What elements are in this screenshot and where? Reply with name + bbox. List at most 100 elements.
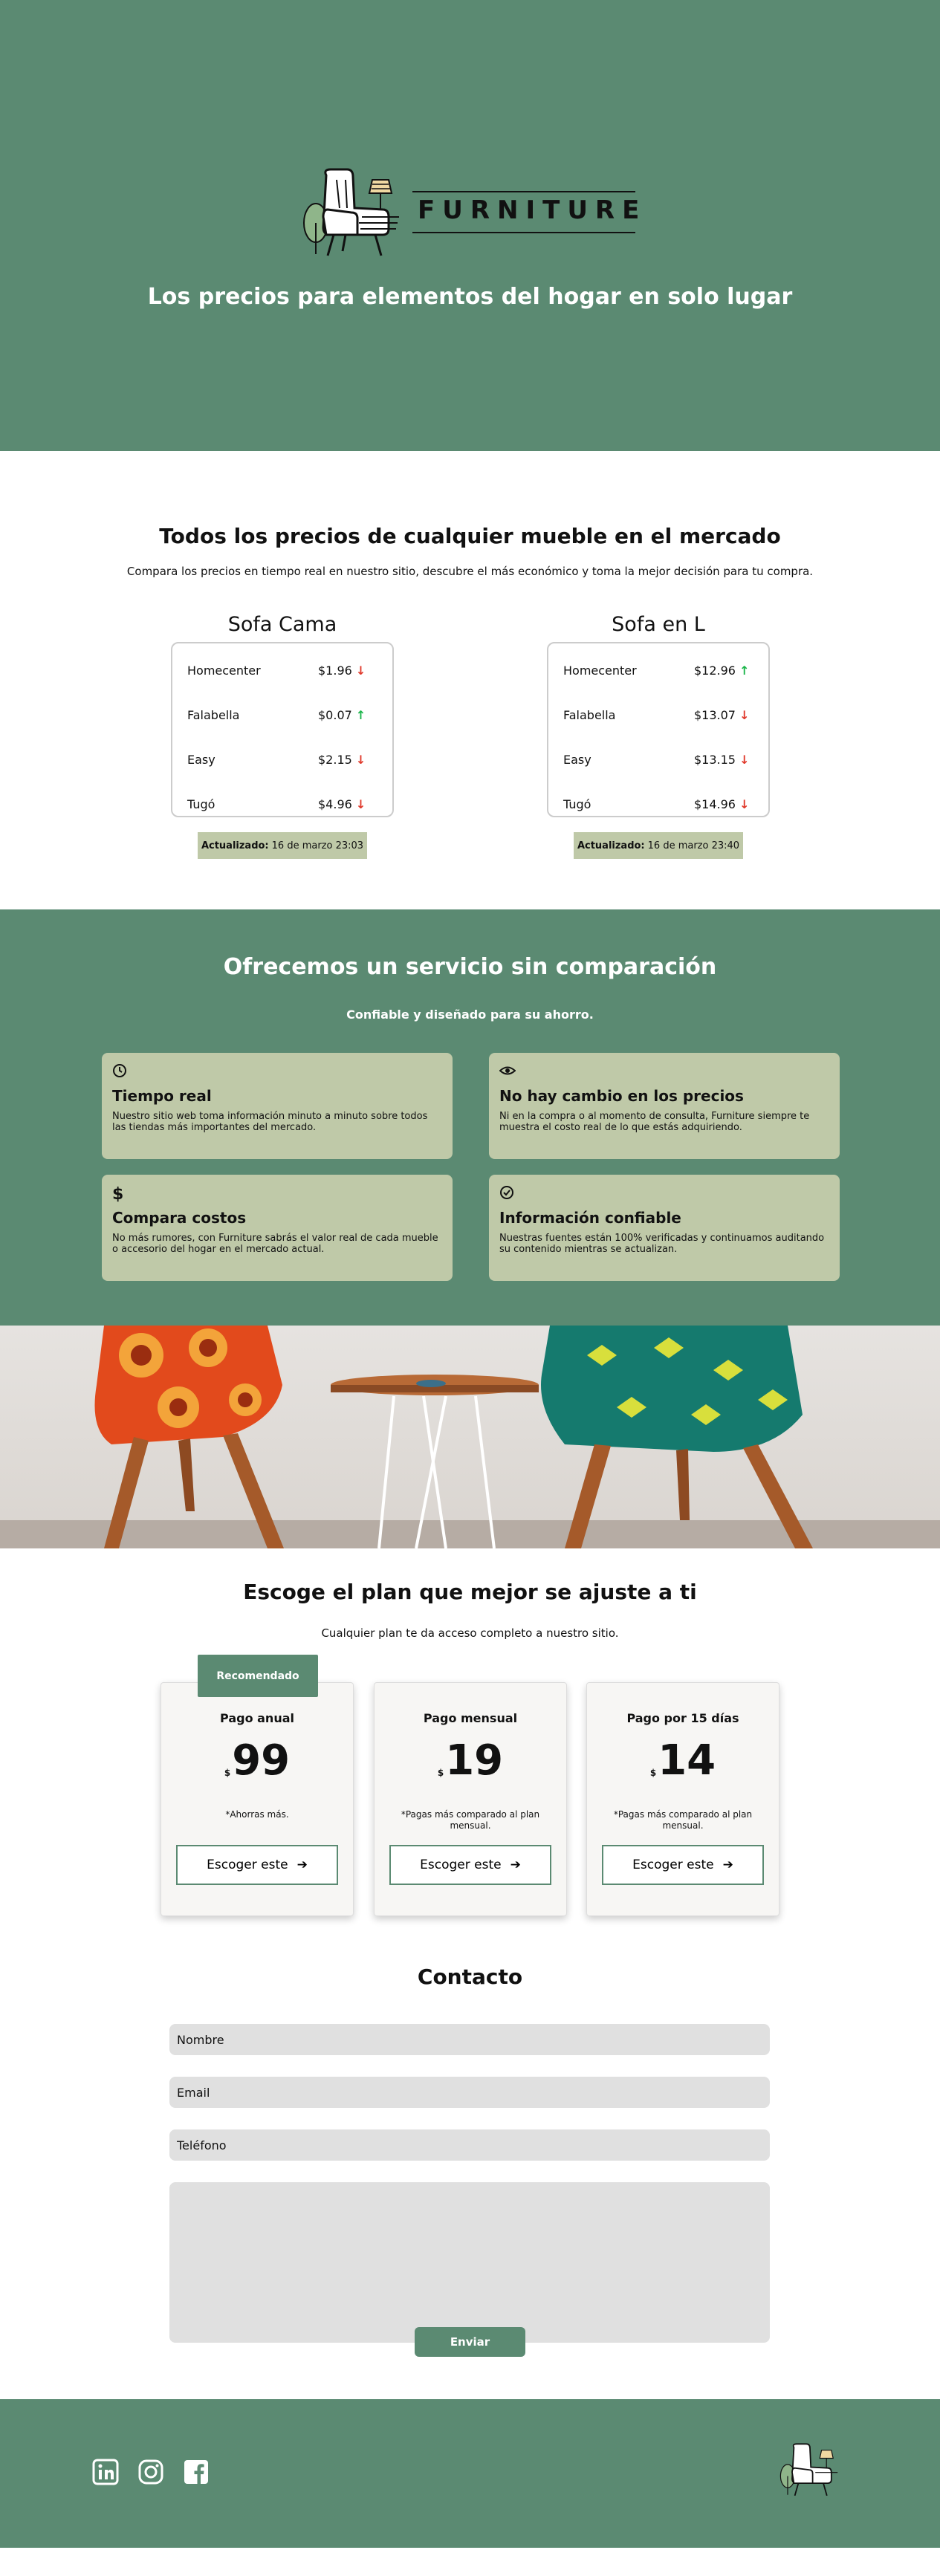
plan-price: $14: [649, 1736, 716, 1785]
hero-section: FURNITURE Los precios para elementos del…: [0, 0, 940, 451]
store-name: Homecenter: [187, 663, 261, 678]
price-row: Tugó $4.96 ↓: [187, 782, 377, 826]
dollar-icon: $: [112, 1185, 124, 1204]
feature-text: Ni en la compra o al momento de consulta…: [499, 1111, 810, 1133]
instagram-icon[interactable]: [137, 2459, 164, 2485]
feature-title: Compara costos: [112, 1209, 247, 1227]
send-button[interactable]: Enviar: [415, 2327, 525, 2357]
price-row: Easy $2.15 ↓: [187, 737, 377, 782]
contact-title: Contacto: [417, 1965, 523, 1989]
price-value: $13.15 ↓: [694, 752, 750, 767]
feature-text: Nuestras fuentes están 100% verificadas …: [499, 1233, 825, 1255]
arrow-down-icon: ↓: [355, 797, 366, 811]
price-row: Tugó $14.96 ↓: [563, 782, 753, 826]
service-section: Ofrecemos un servicio sin comparación Co…: [0, 909, 940, 1326]
price-value: $13.07 ↓: [694, 707, 750, 722]
arrow-down-icon: ↓: [739, 707, 750, 722]
footer: [0, 2399, 940, 2548]
plan-card-15-days: Pago por 15 días $14 *Pagas más comparad…: [586, 1682, 779, 1916]
store-name: Tugó: [187, 797, 215, 811]
feature-title: Información confiable: [499, 1209, 681, 1227]
product-sofa-cama: Sofa Cama Homecenter $1.96 ↓ Falabella $0.…: [171, 613, 394, 859]
arrow-down-icon: ↓: [355, 663, 366, 678]
brand-logo[interactable]: FURNITURE: [301, 163, 643, 267]
prices-title: Todos los precios de cualquier mueble en…: [159, 524, 781, 548]
clock-icon: [112, 1063, 442, 1083]
plan-card-annual: Pago anual $99 *Ahorras más. Escoger est…: [161, 1682, 354, 1916]
plans-title: Escoge el plan que mejor se ajuste a ti: [243, 1580, 697, 1604]
store-name: Falabella: [563, 707, 616, 722]
logo-rule-top: [412, 191, 635, 192]
email-field[interactable]: [169, 2077, 770, 2108]
price-value: $4.96 ↓: [318, 797, 366, 811]
store-name: Easy: [563, 752, 591, 767]
updated-badge: Actualizado: 16 de marzo 23:03: [198, 832, 367, 859]
service-title: Ofrecemos un servicio sin comparación: [223, 954, 717, 980]
product-sofa-en-l: Sofa en L Homecenter $12.96 ↑ Falabella $1…: [547, 613, 770, 859]
store-name: Easy: [187, 752, 215, 767]
price-value: $14.96 ↓: [694, 797, 750, 811]
message-field[interactable]: [169, 2182, 770, 2343]
choose-plan-button[interactable]: Escoger este ➔: [602, 1845, 764, 1885]
phone-field[interactable]: [169, 2129, 770, 2161]
plans-subtitle: Cualquier plan te da acceso completo a n…: [321, 1626, 619, 1640]
plan-card-monthly: Pago mensual $19 *Pagas más comparado al…: [374, 1682, 567, 1916]
price-value: $0.07 ↑: [318, 707, 366, 722]
armchair-logo-icon: [303, 168, 399, 256]
store-name: Tugó: [563, 797, 591, 811]
arrow-down-icon: ↓: [739, 752, 750, 767]
price-row: Homecenter $12.96 ↑: [563, 648, 753, 692]
feature-text: No más rumores, con Furniture sabrás el …: [112, 1233, 438, 1255]
choose-plan-button[interactable]: Escoger este ➔: [176, 1845, 338, 1885]
store-name: Homecenter: [563, 663, 637, 678]
service-subtitle: Confiable y diseñado para su ahorro.: [346, 1008, 594, 1022]
feature-card: Información confiable Nuestras fuentes e…: [489, 1175, 840, 1281]
chairs-photo: [0, 1326, 940, 1548]
price-table: Homecenter $1.96 ↓ Falabella $0.07 ↑ Easy $…: [171, 642, 394, 817]
feature-title: No hay cambio en los precios: [499, 1087, 744, 1105]
arrow-right-icon: ➔: [510, 1858, 521, 1872]
chairs-image: [0, 1326, 940, 1548]
recommended-badge: Recomendado: [198, 1655, 318, 1697]
arrow-right-icon: ➔: [296, 1858, 308, 1872]
plan-note: *Pagas más comparado al plan mensual.: [613, 1809, 753, 1831]
prices-section: Todos los precios de cualquier mueble en…: [0, 451, 940, 909]
feature-card: $ Compara costos No más rumores, con Fur…: [102, 1175, 453, 1281]
price-row: Falabella $0.07 ↑: [187, 692, 377, 737]
price-value: $1.96 ↓: [318, 663, 366, 678]
choose-plan-button[interactable]: Escoger este ➔: [389, 1845, 551, 1885]
hero-tagline: Los precios para elementos del hogar en …: [147, 284, 793, 310]
check-circle-icon: [499, 1185, 829, 1204]
logo-rule-bottom: [412, 232, 635, 233]
name-field[interactable]: [169, 2024, 770, 2055]
price-value: $12.96 ↑: [694, 663, 750, 678]
facebook-icon[interactable]: [183, 2459, 210, 2485]
plan-name: Pago por 15 días: [626, 1711, 739, 1725]
arrow-right-icon: ➔: [722, 1858, 733, 1872]
store-name: Falabella: [187, 707, 240, 722]
plan-note: *Pagas más comparado al plan mensual.: [401, 1809, 540, 1831]
feature-card: No hay cambio en los precios Ni en la co…: [489, 1053, 840, 1159]
product-name: Sofa en L: [612, 613, 705, 636]
plan-price: $19: [437, 1736, 504, 1785]
contact-section: Contacto Enviar: [0, 1950, 940, 2399]
price-value: $2.15 ↓: [318, 752, 366, 767]
feature-title: Tiempo real: [112, 1087, 212, 1105]
arrow-down-icon: ↓: [355, 752, 366, 767]
linkedin-icon[interactable]: [92, 2459, 119, 2485]
price-row: Easy $13.15 ↓: [563, 737, 753, 782]
price-row: Homecenter $1.96 ↓: [187, 648, 377, 692]
arrow-down-icon: ↓: [739, 797, 750, 811]
prices-subtitle: Compara los precios en tiempo real en nu…: [126, 565, 814, 578]
plan-name: Pago mensual: [423, 1711, 518, 1725]
plans-section: Escoge el plan que mejor se ajuste a ti …: [0, 1548, 940, 1950]
footer-logo-icon[interactable]: [779, 2440, 846, 2503]
arrow-up-icon: ↑: [355, 707, 366, 722]
brand-name: FURNITURE: [418, 195, 647, 225]
price-table: Homecenter $12.96 ↑ Falabella $13.07 ↓ Eas…: [547, 642, 770, 817]
price-row: Falabella $13.07 ↓: [563, 692, 753, 737]
plan-note: *Ahorras más.: [225, 1809, 289, 1820]
eye-icon: [499, 1063, 829, 1083]
updated-badge: Actualizado: 16 de marzo 23:40: [574, 832, 743, 859]
feature-card: Tiempo real Nuestro sitio web toma infor…: [102, 1053, 453, 1159]
